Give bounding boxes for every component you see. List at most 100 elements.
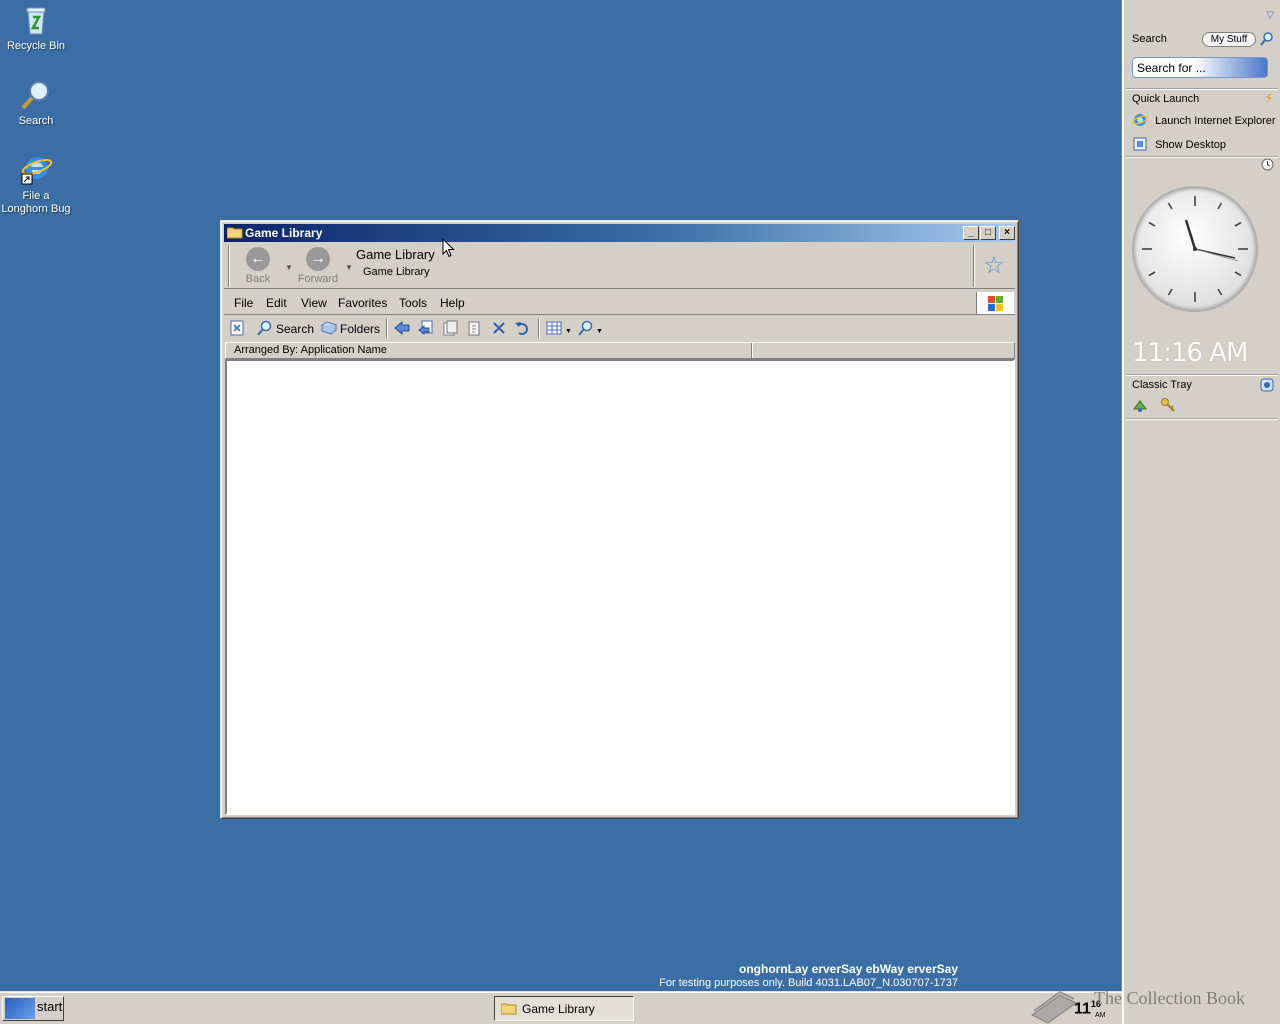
navigation-bar: ← Back ▼ → Forward ▼ Game Library Game L… — [224, 243, 1015, 289]
back-arrow-icon: ← — [246, 247, 270, 271]
quick-launch-item-show-desktop[interactable]: Show Desktop — [1132, 136, 1278, 152]
menu-view[interactable]: View — [301, 296, 327, 310]
document-paste-icon — [468, 321, 480, 336]
standard-toolbar: Search Folders ▼ ▼ — [224, 317, 1015, 341]
arranged-by-label: Arranged By: Application Name — [234, 344, 387, 356]
quick-launch-label: Launch Internet Explorer — [1155, 115, 1276, 127]
search-magnifier-icon — [19, 78, 53, 112]
stop-button[interactable] — [229, 320, 248, 338]
minimize-icon: _ — [968, 227, 974, 238]
quick-launch-item-ie[interactable]: Launch Internet Explorer — [1132, 112, 1278, 128]
cut-button[interactable] — [442, 320, 461, 338]
windows-logo-icon — [976, 292, 1014, 314]
menu-file[interactable]: File — [234, 296, 253, 310]
delete-x-icon — [493, 322, 505, 334]
quick-launch-label: Show Desktop — [1155, 139, 1226, 151]
undo-icon — [515, 322, 528, 335]
views-button[interactable]: ▼ — [546, 320, 572, 338]
recycle-bin-icon — [19, 3, 53, 37]
column-header[interactable]: Arranged By: Application Name — [225, 342, 1015, 359]
search-label: Search — [276, 322, 315, 336]
folders-icon — [321, 321, 337, 335]
taskbar-button-label: Game Library — [522, 1002, 595, 1016]
back-dropdown-icon[interactable]: ▼ — [285, 263, 293, 272]
build-watermark: onghornLay erverSay ebWay erverSay For t… — [659, 962, 958, 990]
toolbar-grip — [228, 245, 230, 287]
tray-clock-ampm: AM — [1095, 1012, 1106, 1019]
maximize-button[interactable]: □ — [980, 226, 996, 240]
favorite-star-icon[interactable]: ☆ — [981, 253, 1007, 279]
title-bar[interactable]: Game Library _ □ × — [224, 224, 1015, 242]
clock-settings-icon[interactable] — [1261, 158, 1274, 171]
copy-to-button[interactable] — [418, 320, 437, 338]
tray-keys-icon[interactable] — [1160, 397, 1176, 413]
menu-edit[interactable]: Edit — [266, 296, 287, 310]
tray-clock-hour: 11 — [1074, 1000, 1091, 1018]
maximize-icon: □ — [984, 227, 992, 238]
minimize-button[interactable]: _ — [963, 226, 979, 240]
internet-explorer-shortcut-icon — [19, 153, 53, 187]
views-dropdown-icon: ▼ — [565, 328, 572, 335]
move-to-button[interactable] — [394, 320, 413, 338]
sidebar-menu-chevron-icon[interactable]: ▽ — [1266, 10, 1274, 21]
column-separator[interactable] — [751, 343, 753, 358]
my-stuff-button[interactable]: My Stuff — [1202, 32, 1256, 47]
undo-button[interactable] — [514, 320, 533, 338]
desktop-icon-label: Recycle Bin — [6, 40, 66, 52]
search-icon — [257, 320, 272, 336]
start-label: start — [37, 999, 63, 1014]
watermark-line-2: For testing purposes only. Build 4031.LA… — [659, 977, 958, 989]
folder-icon — [501, 1003, 517, 1015]
move-arrow-icon — [394, 320, 410, 336]
tile-divider — [1126, 156, 1278, 158]
forward-button[interactable]: → Forward — [295, 247, 341, 285]
folder-icon — [227, 227, 243, 239]
start-button[interactable]: start — [2, 996, 64, 1021]
classic-tray-settings-icon[interactable] — [1260, 378, 1274, 392]
analog-clock — [1132, 186, 1258, 312]
tray-network-icon[interactable] — [1132, 397, 1148, 413]
menu-help[interactable]: Help — [440, 296, 465, 310]
paste-button[interactable] — [466, 320, 485, 338]
forward-dropdown-icon[interactable]: ▼ — [345, 263, 353, 272]
breadcrumb-sub[interactable]: Game Library — [363, 266, 430, 278]
back-label: Back — [245, 273, 271, 285]
toolbar-separator — [538, 319, 540, 339]
views-grid-icon — [546, 321, 562, 335]
internet-explorer-icon — [1132, 114, 1149, 126]
taskbar-button-game-library[interactable]: Game Library — [494, 996, 634, 1021]
window-title: Game Library — [245, 226, 323, 240]
document-move-icon — [443, 320, 458, 336]
mouse-cursor-icon — [442, 238, 455, 258]
classic-tray-title: Classic Tray — [1132, 379, 1192, 391]
magnifier-icon — [578, 320, 593, 336]
menu-tools[interactable]: Tools — [399, 296, 427, 310]
longhorn-sidebar: ▽ Search My Stuff Quick Launch ⚡ Launch … — [1122, 0, 1280, 1024]
filter-search-button[interactable]: ▼ — [577, 320, 603, 338]
desktop-icon-file-bug[interactable]: File a Longhorn Bug — [0, 153, 72, 216]
start-flag-icon — [5, 998, 35, 1019]
breadcrumb-main[interactable]: Game Library — [356, 247, 435, 262]
copy-to-icon — [418, 320, 433, 336]
delete-button[interactable] — [491, 320, 510, 338]
forward-label: Forward — [297, 273, 339, 285]
folders-button[interactable]: Folders — [321, 320, 380, 338]
toolbar-separator — [386, 319, 388, 339]
sidebar-search-icon[interactable] — [1260, 32, 1274, 46]
search-button[interactable]: Search — [257, 320, 314, 338]
file-list-area[interactable] — [225, 359, 1015, 815]
desktop-icon-label: File a Longhorn Bug — [1, 190, 71, 215]
search-tile-title: Search — [1132, 33, 1167, 45]
back-button[interactable]: ← Back — [235, 247, 281, 285]
desktop-icon-recycle-bin[interactable]: Recycle Bin — [0, 3, 72, 53]
tile-divider — [1126, 88, 1278, 90]
desktop-icon-search[interactable]: Search — [0, 78, 72, 128]
tile-divider — [1126, 418, 1278, 420]
menu-favorites[interactable]: Favorites — [338, 296, 387, 310]
close-button[interactable]: × — [999, 226, 1015, 240]
quick-launch-title: Quick Launch — [1132, 93, 1200, 105]
sidebar-search-input[interactable] — [1132, 57, 1268, 78]
tile-divider — [1126, 374, 1278, 376]
menu-bar: File Edit View Favorites Tools Help — [224, 291, 1015, 315]
stop-page-icon — [230, 320, 244, 336]
